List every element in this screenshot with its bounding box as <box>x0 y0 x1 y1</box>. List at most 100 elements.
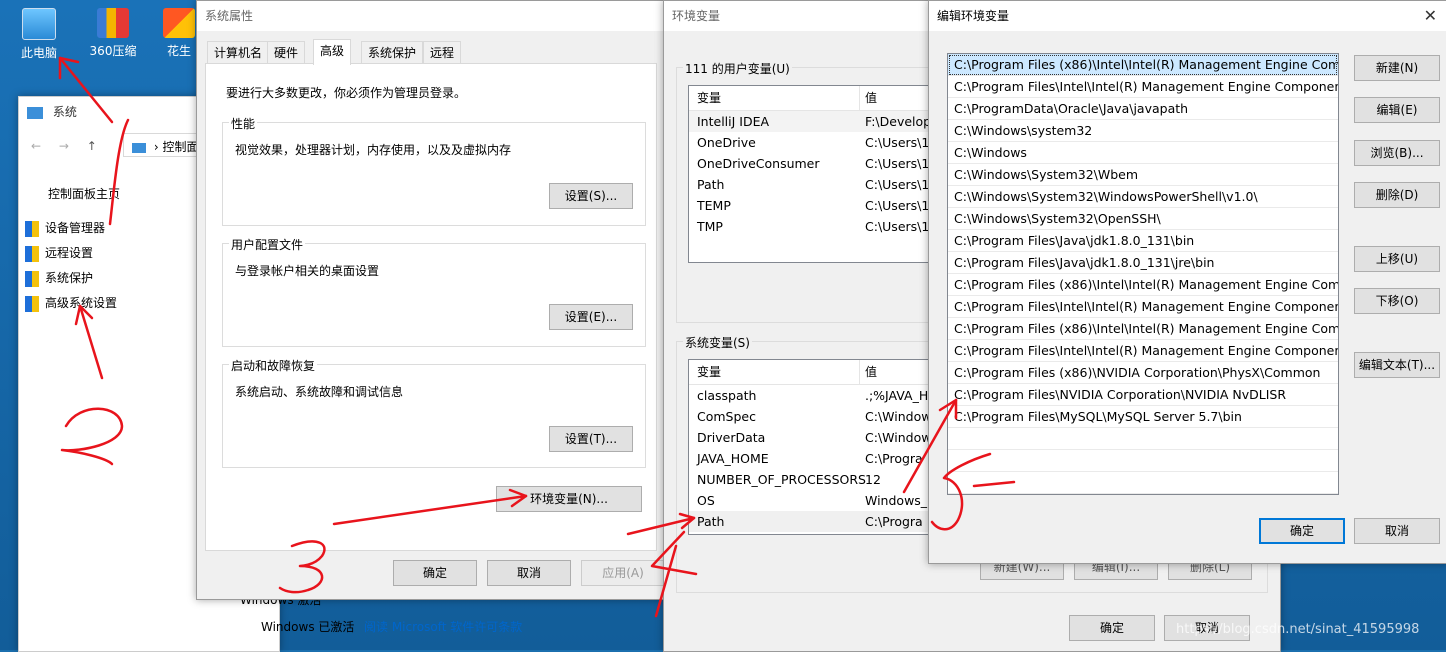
desktop-icon-label: 此电脑 <box>20 46 57 60</box>
column-header-variable[interactable]: 变量 <box>697 86 721 110</box>
new-entry-button[interactable]: 新建(N) <box>1354 55 1440 81</box>
path-rows: C:\Program Files (x86)\Intel\Intel(R) Ma… <box>948 54 1338 495</box>
list-item[interactable]: C:\Program Files\MySQL\MySQL Server 5.7\… <box>948 406 1338 428</box>
move-down-button[interactable]: 下移(O) <box>1354 288 1440 314</box>
dialog-title: 编辑环境变量 <box>937 9 1010 23</box>
desktop-icon-this-pc[interactable]: 此电脑 <box>6 8 72 61</box>
variable-name: OS <box>697 493 715 508</box>
address-text: 控制面 <box>162 140 199 154</box>
variable-name: Path <box>697 514 725 529</box>
variable-name: DriverData <box>697 430 766 445</box>
performance-desc: 视觉效果，处理器计划，内存使用，以及及虚拟内存 <box>235 143 512 157</box>
list-item[interactable]: C:\Windows\System32\OpenSSH\ <box>948 208 1338 230</box>
list-item-empty[interactable] <box>948 450 1338 472</box>
apply-button[interactable]: 应用(A) <box>581 560 665 586</box>
nav-link-device-manager[interactable]: 设备管理器 <box>25 219 105 237</box>
list-item[interactable]: C:\Windows\System32\WindowsPowerShell\v1… <box>948 186 1338 208</box>
nav-link-advanced-settings[interactable]: 高级系统设置 <box>25 294 117 312</box>
nav-link-label: 设备管理器 <box>45 221 106 235</box>
column-header-value[interactable]: 值 <box>865 86 877 110</box>
user-profiles-settings-button[interactable]: 设置(E)... <box>549 304 633 330</box>
variable-name: NUMBER_OF_PROCESSORS <box>697 472 866 487</box>
variable-name: TEMP <box>697 198 731 213</box>
delete-entry-button[interactable]: 删除(D) <box>1354 182 1440 208</box>
ok-button[interactable]: 确定 <box>1069 615 1155 641</box>
user-profiles-title: 用户配置文件 <box>229 236 306 253</box>
browse-button[interactable]: 浏览(B)... <box>1354 140 1440 166</box>
variable-value: C:\Window <box>865 430 932 445</box>
list-item[interactable]: C:\Program Files\Intel\Intel(R) Manageme… <box>948 340 1338 362</box>
variable-value: C:\Users\11 <box>865 198 938 213</box>
list-item[interactable]: C:\Program Files\Java\jdk1.8.0_131\bin <box>948 230 1338 252</box>
system-window-icon <box>27 106 43 119</box>
shield-icon <box>25 220 39 237</box>
tab-advanced[interactable]: 高级 <box>313 39 352 65</box>
edit-environment-variable-dialog: 编辑环境变量 ✕ C:\Program Files (x86)\Intel\In… <box>928 0 1446 564</box>
variable-value: C:\Users\11 <box>865 156 938 171</box>
system-properties-dialog: 系统属性 计算机名 硬件 高级 系统保护 远程 要进行大多数更改，你必须作为管理… <box>196 0 666 600</box>
list-item-empty[interactable] <box>948 472 1338 494</box>
cancel-button[interactable]: 取消 <box>487 560 571 586</box>
variable-name: OneDriveConsumer <box>697 156 820 171</box>
tab-system-protection[interactable]: 系统保护 <box>361 41 424 64</box>
monitor-icon <box>132 142 146 153</box>
list-item-empty[interactable] <box>948 428 1338 450</box>
list-item[interactable]: C:\Program Files\Intel\Intel(R) Manageme… <box>948 76 1338 98</box>
startup-settings-button[interactable]: 设置(T)... <box>549 426 633 452</box>
variable-value: C:\Window <box>865 409 932 424</box>
tab-hardware[interactable]: 硬件 <box>267 41 306 64</box>
variable-name: classpath <box>697 388 757 403</box>
cancel-button[interactable]: 取消 <box>1354 518 1440 544</box>
archive-icon <box>97 8 129 38</box>
list-item[interactable]: C:\Windows <box>948 142 1338 164</box>
startup-recovery-desc: 系统启动、系统故障和调试信息 <box>235 385 404 399</box>
column-header-value[interactable]: 值 <box>865 360 877 384</box>
nav-link-system-protection[interactable]: 系统保护 <box>25 269 93 287</box>
column-header-divider <box>859 360 860 384</box>
control-panel-home-link[interactable]: 控制面板主页 <box>48 185 120 202</box>
list-item[interactable]: C:\Windows\System32\Wbem <box>948 164 1338 186</box>
license-terms-link[interactable]: 阅读 Microsoft 软件许可条款 <box>364 618 522 635</box>
user-profiles-group: 用户配置文件 与登录帐户相关的桌面设置 设置(E)... <box>222 236 646 347</box>
list-item[interactable]: C:\ProgramData\Oracle\Java\javapath <box>948 98 1338 120</box>
list-item-empty[interactable] <box>948 494 1338 495</box>
path-entries-list[interactable]: C:\Program Files (x86)\Intel\Intel(R) Ma… <box>947 53 1339 495</box>
tab-computer-name[interactable]: 计算机名 <box>207 41 270 64</box>
move-up-button[interactable]: 上移(U) <box>1354 246 1440 272</box>
list-item[interactable]: C:\Program Files\Java\jdk1.8.0_131\jre\b… <box>948 252 1338 274</box>
variable-name: TMP <box>697 219 723 234</box>
variable-name: ComSpec <box>697 409 756 424</box>
performance-group: 性能 视觉效果，处理器计划，内存使用，以及及虚拟内存 设置(S)... <box>222 115 646 226</box>
chevron-right-icon: › <box>153 140 159 154</box>
nav-link-remote-settings[interactable]: 远程设置 <box>25 244 93 262</box>
user-variables-title: 111 的用户变量(U) <box>683 60 792 77</box>
edit-text-button[interactable]: 编辑文本(T)... <box>1354 352 1440 378</box>
performance-settings-button[interactable]: 设置(S)... <box>549 183 633 209</box>
nav-link-label: 高级系统设置 <box>45 296 118 310</box>
variable-value: C:\Progra <box>865 451 923 466</box>
desktop-icon-label: 花生 <box>166 44 191 58</box>
variable-value: C:\Progra <box>865 514 923 529</box>
tab-remote[interactable]: 远程 <box>423 41 462 64</box>
column-header-variable[interactable]: 变量 <box>697 360 721 384</box>
list-item[interactable]: C:\Program Files (x86)\Intel\Intel(R) Ma… <box>948 318 1338 340</box>
back-arrow-icon[interactable]: ← <box>31 139 41 153</box>
ok-button[interactable]: 确定 <box>393 560 477 586</box>
forward-arrow-icon[interactable]: → <box>59 139 69 153</box>
list-item[interactable]: C:\Program Files (x86)\NVIDIA Corporatio… <box>948 362 1338 384</box>
variable-name: IntelliJ IDEA <box>697 114 770 129</box>
desktop-icon-360zip[interactable]: 360压缩 <box>80 8 146 59</box>
list-item[interactable]: C:\Program Files\NVIDIA Corporation\NVID… <box>948 384 1338 406</box>
ok-button[interactable]: 确定 <box>1259 518 1345 544</box>
up-arrow-icon[interactable]: ↑ <box>87 139 97 153</box>
list-item[interactable]: C:\Program Files (x86)\Intel\Intel(R) Ma… <box>948 274 1338 296</box>
computer-icon <box>22 8 56 40</box>
edit-entry-button[interactable]: 编辑(E) <box>1354 97 1440 123</box>
dialog-title: 系统属性 <box>205 9 254 23</box>
list-item[interactable]: C:\Windows\system32 <box>948 120 1338 142</box>
startup-recovery-title: 启动和故障恢复 <box>229 357 318 374</box>
list-item[interactable]: C:\Program Files (x86)\Intel\Intel(R) Ma… <box>948 54 1338 76</box>
close-icon[interactable]: ✕ <box>1424 1 1437 31</box>
environment-variables-button[interactable]: 环境变量(N)... <box>496 486 642 512</box>
list-item[interactable]: C:\Program Files\Intel\Intel(R) Manageme… <box>948 296 1338 318</box>
